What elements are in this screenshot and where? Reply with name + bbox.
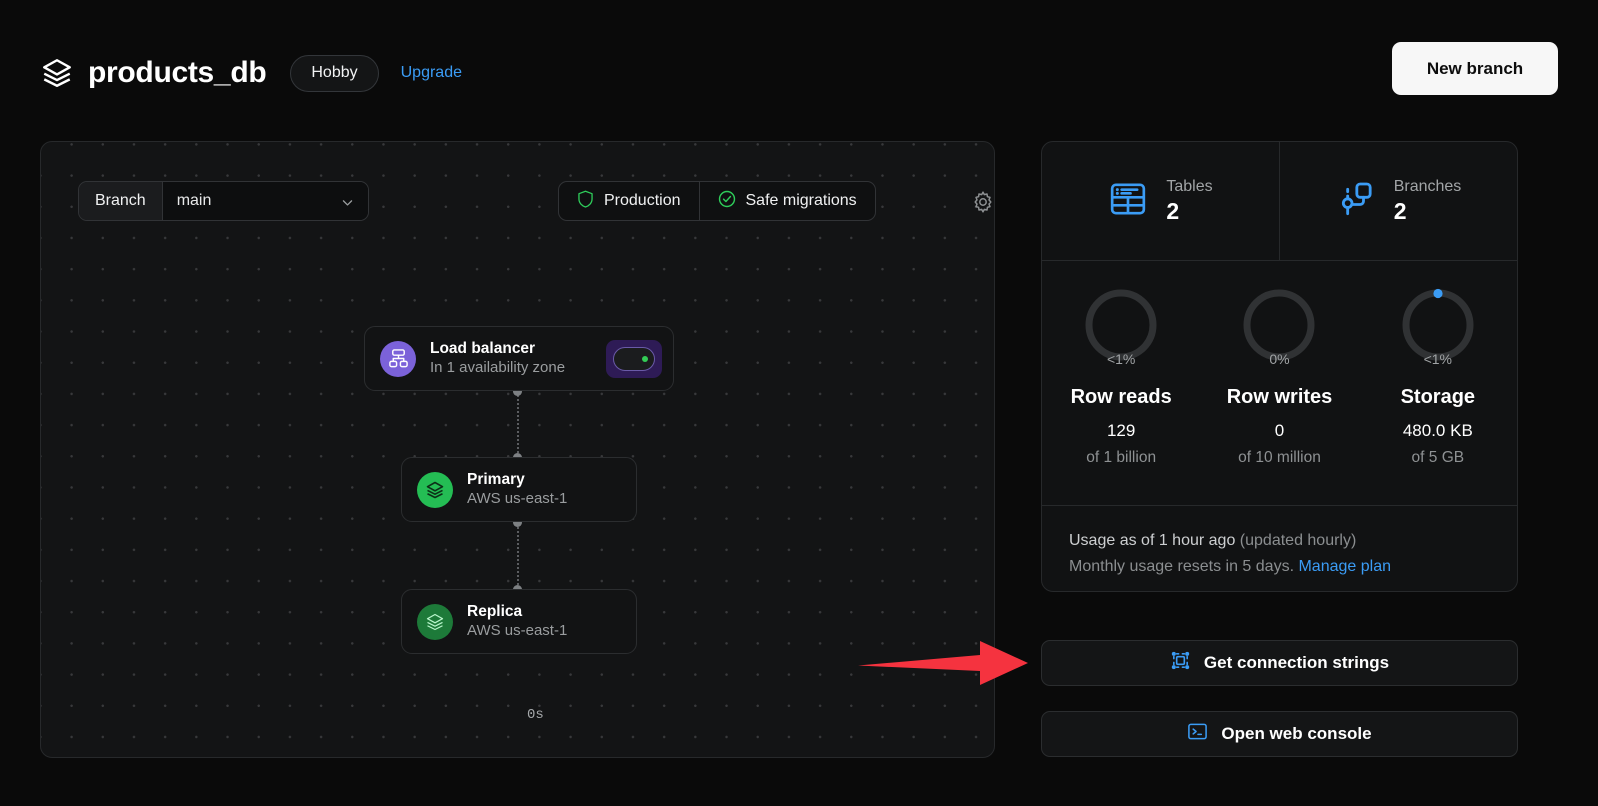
layers-icon [40, 56, 74, 90]
count-branches-label: Branches [1393, 177, 1462, 195]
usage-storage: <1% Storage 480.0 KB of 5 GB [1359, 287, 1517, 505]
topology-canvas[interactable]: Branch main Production Safe migrations 0… [40, 141, 995, 758]
toggle-track [613, 346, 655, 371]
branch-selector[interactable]: Branch main [78, 181, 369, 221]
new-branch-button[interactable]: New branch [1392, 42, 1558, 95]
usage-note-line-2: Monthly usage resets in 5 days. Manage p… [1069, 554, 1490, 580]
count-branches[interactable]: Branches 2 [1279, 142, 1517, 260]
branch-dropdown[interactable]: main [162, 182, 368, 220]
shield-icon [577, 190, 594, 213]
node-load-balancer-title: Load balancer [430, 340, 536, 358]
node-load-balancer[interactable]: Load balancer In 1 availability zone [364, 326, 674, 391]
usage-row-reads: <1% Row reads 129 of 1 billion [1042, 287, 1200, 505]
database-layers-icon [417, 603, 453, 640]
usage-row-reads-limit: of 1 billion [1086, 449, 1157, 466]
count-tables-text: Tables 2 [1166, 177, 1212, 226]
count-branches-text: Branches 2 [1394, 177, 1462, 226]
node-primary-title: Primary [467, 471, 525, 489]
usage-row-reads-value: 129 [1106, 421, 1136, 440]
usage-row-writes-value: 0 [1274, 421, 1285, 440]
stats-panel: Tables 2 Branches 2 <1% Row reads 129 of… [1041, 141, 1518, 592]
node-primary[interactable]: Primary AWS us-east-1 [401, 457, 637, 522]
usage-row-writes: 0% Row writes 0 of 10 million [1200, 287, 1358, 505]
usage-row-reads-name: Row reads [1070, 386, 1172, 408]
usage-timestamp: Usage as of 1 hour ago [1069, 532, 1236, 549]
usage-row-reads-percent: <1% [1106, 350, 1136, 367]
status-safe-migrations[interactable]: Safe migrations [698, 182, 875, 220]
usage-metrics-row: <1% Row reads 129 of 1 billion 0% Row wr… [1042, 261, 1517, 506]
branch-value: main [176, 192, 212, 209]
node-replica-text: Replica AWS us-east-1 [467, 602, 567, 640]
node-replica[interactable]: Replica AWS us-east-1 [401, 589, 637, 654]
progress-ring: <1% [1400, 288, 1476, 367]
connection-strings-icon [1170, 650, 1191, 676]
node-replica-subtitle: AWS us-east-1 [467, 621, 568, 639]
edge-lb-to-primary [517, 391, 519, 457]
counts-row: Tables 2 Branches 2 [1042, 142, 1517, 261]
progress-ring: <1% [1083, 289, 1159, 367]
node-load-balancer-subtitle: In 1 availability zone [430, 358, 566, 376]
open-web-console-button[interactable]: Open web console [1041, 711, 1518, 757]
open-web-console-label: Open web console [1221, 724, 1372, 743]
usage-row-writes-percent: 0% [1269, 350, 1290, 367]
count-branches-value: 2 [1393, 197, 1407, 224]
node-replica-title: Replica [467, 603, 523, 621]
count-tables-value: 2 [1166, 197, 1180, 224]
usage-note-line-1: Usage as of 1 hour ago (updated hourly) [1069, 528, 1490, 554]
get-connection-strings-label: Get connection strings [1203, 653, 1390, 672]
usage-storage-name: Storage [1400, 386, 1476, 408]
status-production[interactable]: Production [559, 182, 699, 220]
upgrade-link[interactable]: Upgrade [401, 64, 462, 82]
status-production-label: Production [604, 192, 681, 209]
check-circle-icon [718, 190, 736, 213]
branch-icon [1336, 179, 1376, 224]
table-icon [1108, 179, 1148, 224]
get-connection-strings-button[interactable]: Get connection strings [1041, 640, 1518, 686]
usage-storage-value: 480.0 KB [1402, 421, 1473, 440]
red-arrow-pointing-right [858, 638, 1030, 693]
usage-row-writes-name: Row writes [1226, 386, 1333, 408]
usage-storage-limit: of 5 GB [1411, 449, 1465, 466]
usage-update-frequency: (updated hourly) [1239, 532, 1357, 549]
replication-lag-label: 0s [527, 707, 544, 723]
progress-ring: 0% [1241, 289, 1317, 367]
page-header: products_db Hobby Upgrade New branch [40, 42, 1558, 104]
manage-plan-link[interactable]: Manage plan [1298, 558, 1391, 575]
toggle-status-dot [642, 355, 648, 362]
terminal-icon [1187, 721, 1208, 747]
chevron-down-icon [341, 196, 354, 209]
plan-badge[interactable]: Hobby [290, 54, 379, 92]
node-load-balancer-text: Load balancer In 1 availability zone [430, 339, 565, 377]
usage-reset-text: Monthly usage resets in 5 days. [1069, 558, 1295, 576]
usage-note: Usage as of 1 hour ago (updated hourly) … [1042, 506, 1517, 591]
count-tables[interactable]: Tables 2 [1042, 142, 1279, 260]
page-title: products_db [88, 56, 267, 89]
count-tables-label: Tables [1166, 177, 1213, 195]
branch-label: Branch [79, 182, 163, 220]
network-topology-icon [380, 340, 416, 377]
usage-storage-percent: <1% [1423, 350, 1453, 367]
gear-icon[interactable] [971, 190, 994, 214]
edge-primary-to-replica [517, 522, 519, 589]
status-badges: Production Safe migrations [558, 181, 876, 221]
database-layers-icon [417, 471, 453, 508]
status-toggle-icon[interactable] [606, 339, 662, 378]
database-overview-page: products_db Hobby Upgrade New branch Bra… [0, 0, 1598, 806]
usage-row-writes-limit: of 10 million [1238, 449, 1321, 466]
status-safe-migrations-label: Safe migrations [745, 192, 857, 209]
node-primary-text: Primary AWS us-east-1 [467, 470, 567, 508]
node-primary-subtitle: AWS us-east-1 [467, 489, 568, 507]
